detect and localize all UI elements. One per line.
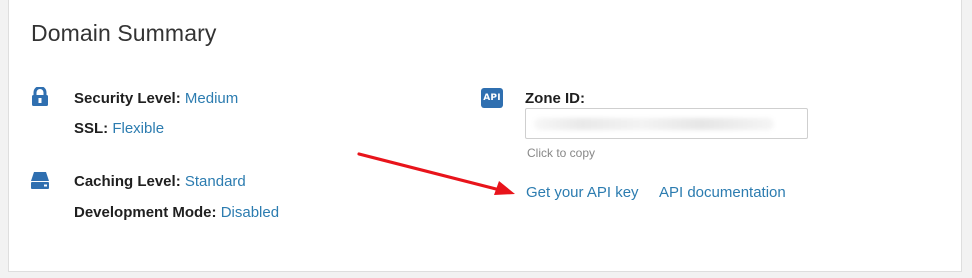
- get-api-key-link[interactable]: Get your API key: [526, 184, 639, 201]
- domain-summary-card: Domain Summary Security Level: Medium SS…: [8, 0, 962, 272]
- drive-icon: [31, 172, 49, 189]
- click-to-copy-hint: Click to copy: [527, 146, 596, 160]
- security-level-row: Security Level: Medium: [74, 90, 238, 108]
- security-level-value[interactable]: Medium: [185, 90, 238, 107]
- caching-level-value[interactable]: Standard: [185, 173, 246, 190]
- lock-icon: [32, 87, 48, 106]
- zone-id-field[interactable]: [525, 108, 808, 139]
- security-level-label: Security Level:: [74, 90, 181, 107]
- development-mode-row: Development Mode: Disabled: [74, 204, 279, 222]
- caching-level-row: Caching Level: Standard: [74, 173, 246, 191]
- zone-id-redacted-value: [534, 118, 774, 130]
- ssl-value[interactable]: Flexible: [112, 120, 164, 137]
- card-title: Domain Summary: [31, 20, 217, 46]
- ssl-label: SSL:: [74, 120, 109, 137]
- zone-id-label: Zone ID:: [525, 90, 585, 107]
- ssl-row: SSL: Flexible: [74, 120, 164, 138]
- api-icon: API: [481, 88, 503, 108]
- development-mode-value[interactable]: Disabled: [221, 204, 279, 221]
- caching-level-label: Caching Level:: [74, 173, 181, 190]
- api-documentation-link[interactable]: API documentation: [659, 184, 786, 201]
- zone-id-row: Zone ID:: [525, 90, 585, 108]
- development-mode-label: Development Mode:: [74, 204, 217, 221]
